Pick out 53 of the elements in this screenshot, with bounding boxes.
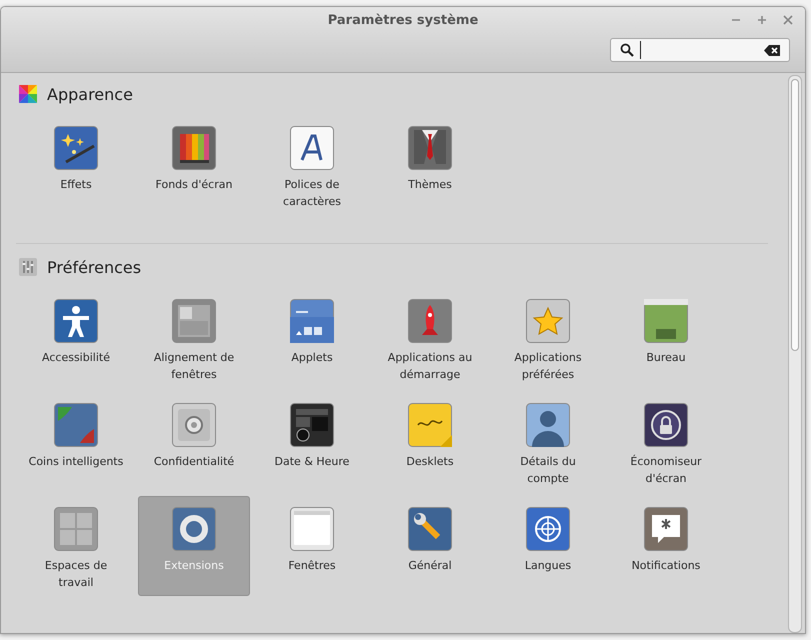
close-icon[interactable] (783, 15, 793, 25)
person-icon (54, 299, 98, 343)
clear-icon[interactable] (764, 44, 780, 56)
settings-item[interactable]: Applications préférées (492, 288, 604, 388)
desktop-icon (644, 299, 688, 343)
settings-item[interactable]: Fenêtres (256, 496, 368, 596)
settings-item[interactable]: Polices de caractères (256, 115, 368, 215)
search-field[interactable] (610, 38, 790, 62)
sparkle-wand-icon (54, 126, 98, 170)
scrollbar[interactable] (788, 75, 802, 633)
settings-item[interactable]: Applets (256, 288, 368, 388)
user-silhouette-icon (526, 403, 570, 447)
search-icon (620, 43, 634, 57)
section-title: Préférences (47, 258, 142, 276)
settings-item[interactable]: Desklets (374, 392, 486, 492)
settings-item[interactable]: Alignement de fenêtres (138, 288, 250, 388)
settings-item[interactable]: Effets (20, 115, 132, 215)
safe-icon (172, 403, 216, 447)
settings-item[interactable]: Confidentialité (138, 392, 250, 492)
settings-item[interactable]: Notifications (610, 496, 722, 596)
settings-item[interactable]: Détails du compte (492, 392, 604, 492)
settings-item[interactable]: Applications au démarrage (374, 288, 486, 388)
settings-item[interactable]: Thèmes (374, 115, 486, 215)
settings-item[interactable]: Économiseur d'écran (610, 392, 722, 492)
speech-bubble-icon (644, 507, 688, 551)
wrench-icon (408, 507, 452, 551)
text-cursor (640, 41, 641, 59)
settings-item[interactable]: Date & Heure (256, 392, 368, 492)
color-stripes-icon (172, 126, 216, 170)
sliders-icon (19, 258, 37, 276)
settings-item[interactable]: Bureau (610, 288, 722, 388)
section-title: Apparence (47, 84, 133, 104)
settings-item[interactable]: Langues (492, 496, 604, 596)
grid-icon (54, 507, 98, 551)
window-layout-icon (172, 299, 216, 343)
scrollbar-thumb[interactable] (791, 79, 799, 351)
maximize-icon[interactable] (757, 15, 767, 25)
notepad-icon (408, 403, 452, 447)
window-title: Paramètres système (328, 12, 478, 28)
settings-item[interactable]: Espaces de travail (20, 496, 132, 596)
lock-icon (644, 403, 688, 447)
suit-icon (408, 126, 452, 170)
settings-item[interactable]: Accessibilité (20, 288, 132, 388)
settings-item[interactable]: Coins intelligents (20, 392, 132, 492)
settings-item[interactable]: Fonds d'écran (138, 115, 250, 215)
color-wheel-icon (19, 85, 37, 103)
font-icon (290, 126, 334, 170)
panel-icon (290, 299, 334, 343)
calendar-clock-icon (290, 403, 334, 447)
settings-item[interactable]: Général (374, 496, 486, 596)
corners-icon (54, 403, 98, 447)
window-icon (290, 507, 334, 551)
rocket-icon (408, 299, 452, 343)
